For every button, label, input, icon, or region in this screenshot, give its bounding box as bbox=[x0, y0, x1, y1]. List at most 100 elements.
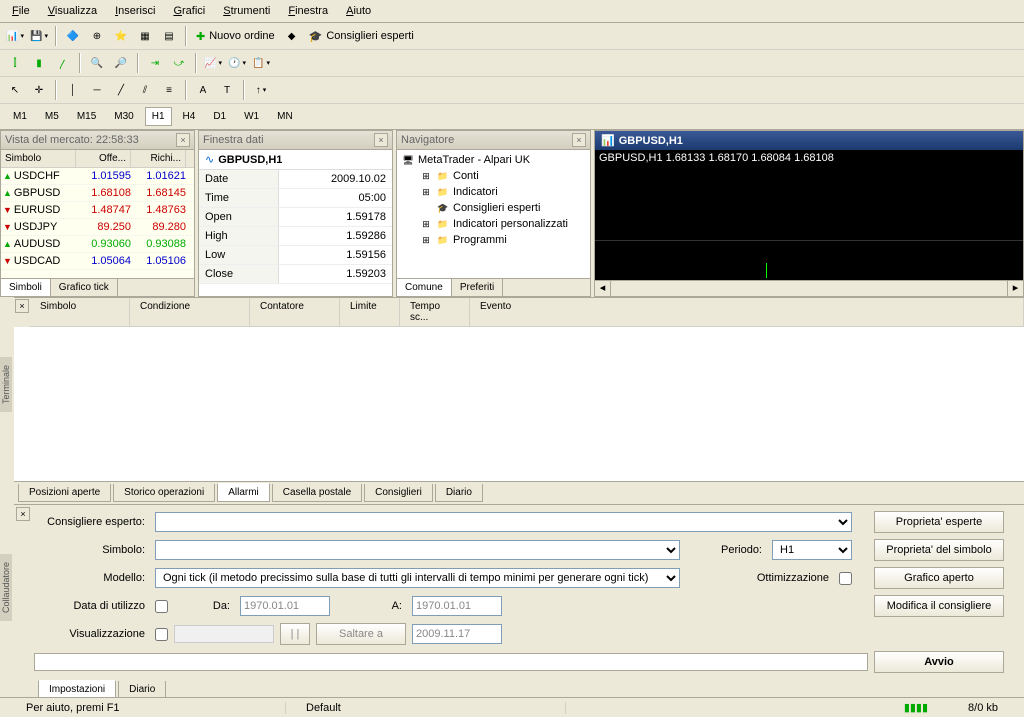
menu-file[interactable]: File bbox=[4, 2, 38, 20]
tf-m1[interactable]: M1 bbox=[6, 107, 34, 126]
tf-w1[interactable]: W1 bbox=[237, 107, 266, 126]
zoom-out-button[interactable]: 🔎 bbox=[110, 52, 132, 74]
col-condition[interactable]: Condizione bbox=[130, 298, 250, 326]
market-row[interactable]: ▲AUDUSD0.930600.93088 bbox=[1, 236, 194, 253]
tf-h1[interactable]: H1 bbox=[145, 107, 172, 126]
bar-chart-button[interactable]: ⫿ bbox=[4, 52, 26, 74]
tree-item[interactable]: ⊞📁Indicatori bbox=[417, 184, 588, 200]
modify-expert-button[interactable]: Modifica il consigliere bbox=[874, 595, 1004, 617]
new-chart-button[interactable]: 📊▾ bbox=[4, 25, 26, 47]
crosshair-button[interactable]: ✛ bbox=[28, 79, 50, 101]
usedate-checkbox[interactable] bbox=[155, 600, 168, 613]
label-button[interactable]: T bbox=[216, 79, 238, 101]
terminal-tab[interactable]: Storico operazioni bbox=[113, 484, 215, 502]
col-event[interactable]: Evento bbox=[470, 298, 1024, 326]
menu-help[interactable]: Aiuto bbox=[338, 2, 379, 20]
channel-button[interactable]: ⫽ bbox=[134, 79, 156, 101]
tester-button[interactable]: ▤ bbox=[158, 25, 180, 47]
market-row[interactable]: ▼EURUSD1.487471.48763 bbox=[1, 202, 194, 219]
terminal-tab[interactable]: Allarmi bbox=[217, 483, 270, 502]
close-icon[interactable]: × bbox=[176, 133, 190, 147]
menu-view[interactable]: Visualizza bbox=[40, 2, 105, 20]
symbol-select[interactable] bbox=[155, 540, 680, 560]
market-row[interactable]: ▼USDJPY89.25089.280 bbox=[1, 219, 194, 236]
period-select[interactable]: H1 bbox=[772, 540, 852, 560]
col-counter[interactable]: Contatore bbox=[250, 298, 340, 326]
trendline-button[interactable]: ╱ bbox=[110, 79, 132, 101]
chart-shift-button[interactable]: ⤻ bbox=[168, 52, 190, 74]
pause-button[interactable]: | | bbox=[280, 623, 310, 645]
profiles-button[interactable]: 💾▾ bbox=[28, 25, 50, 47]
tf-m5[interactable]: M5 bbox=[38, 107, 66, 126]
terminal-button[interactable]: ▦ bbox=[134, 25, 156, 47]
tree-item[interactable]: ⊞📁Indicatori personalizzati bbox=[417, 216, 588, 232]
terminal-tab[interactable]: Posizioni aperte bbox=[18, 484, 111, 502]
menu-tools[interactable]: Strumenti bbox=[215, 2, 278, 20]
menu-insert[interactable]: Inserisci bbox=[107, 2, 163, 20]
terminal-sidebar-label[interactable]: Terminale bbox=[0, 357, 12, 412]
terminal-tab[interactable]: Casella postale bbox=[272, 484, 362, 502]
tf-h4[interactable]: H4 bbox=[176, 107, 203, 126]
optimize-checkbox[interactable] bbox=[839, 572, 852, 585]
vline-button[interactable]: │ bbox=[62, 79, 84, 101]
close-icon[interactable]: × bbox=[16, 507, 30, 521]
visual-checkbox[interactable] bbox=[155, 628, 168, 641]
periodicity-button[interactable]: 🕐▾ bbox=[226, 52, 248, 74]
skipto-date-input[interactable] bbox=[412, 624, 502, 644]
expand-icon[interactable]: ⊞ bbox=[419, 233, 433, 247]
close-icon[interactable]: × bbox=[374, 133, 388, 147]
new-order-button[interactable]: ✚Nuovo ordine bbox=[192, 30, 279, 43]
tree-item[interactable]: ⊞📁Programmi bbox=[417, 232, 588, 248]
speed-slider[interactable] bbox=[174, 625, 274, 643]
tree-item[interactable]: 🎓Consiglieri esperti bbox=[417, 200, 588, 216]
model-select[interactable]: Ogni tick (il metodo precissimo sulla ba… bbox=[155, 568, 680, 588]
open-chart-button[interactable]: Grafico aperto bbox=[874, 567, 1004, 589]
expert-properties-button[interactable]: Proprieta' esperte bbox=[874, 511, 1004, 533]
market-row[interactable]: ▼USDCAD1.050641.05106 bbox=[1, 253, 194, 270]
terminal-tab[interactable]: Diario bbox=[435, 484, 483, 502]
tf-mn[interactable]: MN bbox=[270, 107, 300, 126]
text-button[interactable]: A bbox=[192, 79, 214, 101]
tf-m30[interactable]: M30 bbox=[107, 107, 140, 126]
expand-icon[interactable] bbox=[419, 201, 433, 215]
data-window-button[interactable]: ⊕ bbox=[86, 25, 108, 47]
tab-favorites[interactable]: Preferiti bbox=[452, 279, 503, 296]
expert-select[interactable] bbox=[155, 512, 852, 532]
terminal-tab[interactable]: Consiglieri bbox=[364, 484, 433, 502]
start-button[interactable]: Avvio bbox=[874, 651, 1004, 673]
close-icon[interactable]: × bbox=[572, 133, 586, 147]
tree-root[interactable]: 🖥MetaTrader - Alpari UK bbox=[399, 152, 588, 168]
hline-button[interactable]: ─ bbox=[86, 79, 108, 101]
col-limit[interactable]: Limite bbox=[340, 298, 400, 326]
col-symbol[interactable]: Simbolo bbox=[30, 298, 130, 326]
col-ask[interactable]: Richi... bbox=[131, 150, 186, 167]
tf-m15[interactable]: M15 bbox=[70, 107, 103, 126]
zoom-in-button[interactable]: 🔍 bbox=[86, 52, 108, 74]
menu-charts[interactable]: Grafici bbox=[165, 2, 213, 20]
candle-chart-button[interactable]: ▮ bbox=[28, 52, 50, 74]
tab-symbols[interactable]: Simboli bbox=[1, 279, 51, 296]
indicators-button[interactable]: 📈▾ bbox=[202, 52, 224, 74]
expand-icon[interactable]: ⊞ bbox=[419, 185, 433, 199]
chart-canvas[interactable]: GBPUSD,H1 1.68133 1.68170 1.68084 1.6810… bbox=[595, 150, 1023, 280]
metaeditor-button[interactable]: ◆ bbox=[281, 25, 303, 47]
menu-window[interactable]: Finestra bbox=[280, 2, 336, 20]
tab-common[interactable]: Comune bbox=[397, 279, 452, 296]
col-symbol[interactable]: Simbolo bbox=[1, 150, 76, 167]
cursor-button[interactable]: ↖ bbox=[4, 79, 26, 101]
expand-icon[interactable]: ⊞ bbox=[419, 217, 433, 231]
col-timeout[interactable]: Tempo sc... bbox=[400, 298, 470, 326]
market-row[interactable]: ▲USDCHF1.015951.01621 bbox=[1, 168, 194, 185]
expand-icon[interactable]: ⊞ bbox=[419, 169, 433, 183]
line-chart-button[interactable]: 〳 bbox=[52, 52, 74, 74]
skipto-button[interactable]: Saltare a bbox=[316, 623, 406, 645]
date-from-input[interactable] bbox=[240, 596, 330, 616]
autoscroll-button[interactable]: ⇥ bbox=[144, 52, 166, 74]
fibo-button[interactable]: ≡ bbox=[158, 79, 180, 101]
expert-advisors-button[interactable]: 🎓Consiglieri esperti bbox=[305, 30, 418, 43]
symbol-properties-button[interactable]: Proprieta' del simbolo bbox=[874, 539, 1004, 561]
tree-item[interactable]: ⊞📁Conti bbox=[417, 168, 588, 184]
navigator-button[interactable]: ⭐ bbox=[110, 25, 132, 47]
market-row[interactable]: ▲GBPUSD1.681081.68145 bbox=[1, 185, 194, 202]
close-icon[interactable]: × bbox=[15, 299, 29, 313]
